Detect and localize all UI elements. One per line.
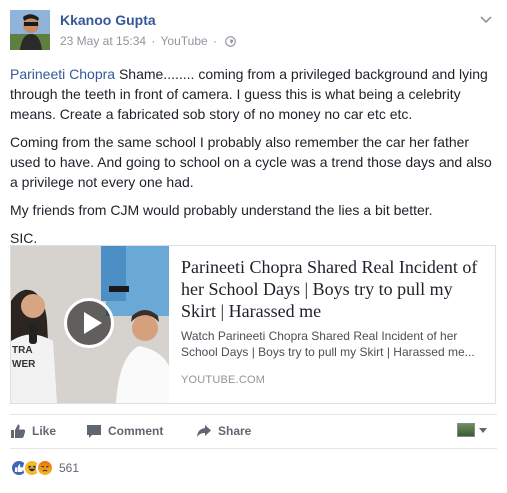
post-timestamp[interactable]: 23 May at 15:34	[60, 34, 146, 48]
video-thumbnail[interactable]: TRA WER	[11, 246, 169, 403]
angry-reaction-icon	[36, 459, 54, 477]
post-meta: 23 May at 15:34 · YouTube ·	[60, 34, 237, 48]
post-actions: Like Comment Share	[10, 420, 497, 442]
comment-label: Comment	[108, 424, 164, 438]
reaction-as-selector[interactable]	[457, 423, 487, 437]
mention-link[interactable]: Parineeti Chopra	[10, 66, 115, 82]
thumbs-up-icon	[11, 424, 26, 438]
post-paragraph-2: Coming from the same school I probably a…	[10, 134, 492, 190]
post-paragraph-1: Parineeti Chopra Shame........ coming fr…	[10, 64, 497, 124]
divider	[10, 414, 497, 415]
thumbnail-caption-2: WER	[12, 359, 36, 370]
post-header: Kkanoo Gupta 23 May at 15:34 · YouTube ·	[10, 10, 497, 52]
link-card-description-line-1: Watch Parineeti Chopra Shared Real Incid…	[181, 329, 458, 343]
avatar[interactable]	[10, 10, 50, 50]
author-name[interactable]: Kkanoo Gupta	[60, 12, 156, 28]
meta-separator-2: ·	[213, 34, 218, 48]
post-paragraph-3: My friends from CJM would probably under…	[10, 202, 433, 218]
divider-2	[10, 448, 497, 449]
thumbnail-caption-1: TRA	[12, 345, 33, 356]
post-body: Parineeti Chopra Shame........ coming fr…	[10, 64, 497, 256]
facebook-post: Kkanoo Gupta 23 May at 15:34 · YouTube ·…	[0, 0, 507, 493]
link-card-title[interactable]: Parineeti Chopra Shared Real Incident of…	[181, 256, 483, 322]
link-card-text: Parineeti Chopra Shared Real Incident of…	[169, 246, 495, 403]
link-preview-card[interactable]: TRA WER Parineeti Chopra Shared Real Inc…	[10, 245, 496, 404]
page-thumbnail	[457, 423, 475, 437]
link-card-description-line-2: School Days | Boys try to pull my Skirt …	[181, 345, 475, 359]
share-icon	[197, 425, 211, 437]
meta-separator: ·	[151, 34, 156, 48]
comment-button[interactable]: Comment	[86, 420, 163, 442]
chevron-down-icon[interactable]	[479, 12, 493, 26]
share-label: Share	[218, 424, 252, 438]
link-card-description: Watch Parineeti Chopra Shared Real Incid…	[181, 328, 483, 360]
play-icon[interactable]	[64, 298, 114, 348]
caret-down-icon	[479, 427, 487, 433]
share-button[interactable]: Share	[196, 420, 251, 442]
reactions-summary[interactable]: 561	[10, 458, 79, 478]
reaction-count[interactable]: 561	[59, 461, 79, 475]
globe-icon[interactable]	[225, 36, 237, 47]
like-label: Like	[32, 424, 57, 438]
post-source[interactable]: YouTube	[161, 34, 208, 48]
comment-icon	[87, 425, 101, 438]
link-card-domain: YOUTUBE.COM	[181, 374, 266, 386]
like-button[interactable]: Like	[10, 420, 56, 442]
